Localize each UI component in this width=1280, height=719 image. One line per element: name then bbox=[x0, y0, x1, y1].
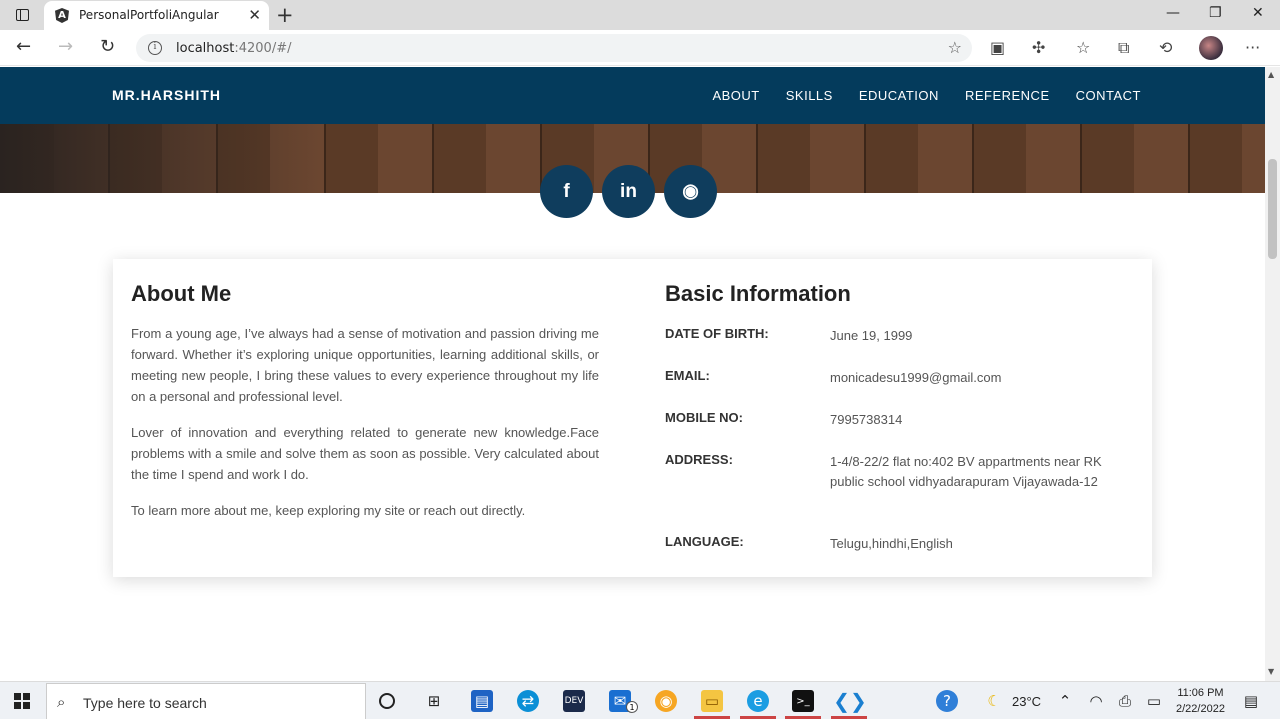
clock-time: 11:06 PM bbox=[1177, 687, 1224, 699]
about-text: From a young age, I’ve always had a sens… bbox=[131, 323, 599, 536]
chrome-canary-icon[interactable]: ◉ bbox=[655, 690, 677, 712]
site-navbar: MR.HARSHITH ABOUT SKILLS EDUCATION REFER… bbox=[0, 67, 1265, 124]
info-key: ADDRESS: bbox=[665, 452, 733, 467]
browser-tab-bar: A PersonalPortfoliAngular ✕ + — ❐ ✕ bbox=[0, 0, 1280, 30]
url-text[interactable]: localhost:4200/#/ bbox=[176, 41, 291, 56]
wifi-icon[interactable]: ◠ bbox=[1085, 690, 1107, 712]
system-clock[interactable]: 11:06 PM 2/22/2022 bbox=[1176, 685, 1225, 717]
scroll-down-icon[interactable]: ▼ bbox=[1268, 667, 1274, 676]
search-icon: ⌕ bbox=[57, 693, 66, 711]
angular-favicon-icon: A bbox=[55, 8, 69, 23]
facebook-icon[interactable]: f bbox=[540, 165, 593, 218]
scroll-thumb[interactable] bbox=[1268, 159, 1277, 259]
info-value: 7995738314 bbox=[830, 412, 903, 427]
new-tab-icon[interactable]: + bbox=[276, 3, 294, 27]
history-icon[interactable]: ⟲ bbox=[1159, 38, 1172, 57]
info-value: Telugu,hindhi,English bbox=[830, 536, 953, 551]
address-bar[interactable]: i localhost:4200/#/ ☆ bbox=[136, 34, 972, 62]
search-placeholder: Type here to search bbox=[83, 695, 207, 711]
minimize-icon[interactable]: — bbox=[1166, 5, 1180, 21]
nav-education[interactable]: EDUCATION bbox=[859, 88, 939, 103]
restore-icon[interactable]: ❐ bbox=[1209, 5, 1222, 21]
favorites-icon[interactable]: ☆ bbox=[1076, 38, 1090, 57]
nav-contact[interactable]: CONTACT bbox=[1076, 88, 1141, 103]
about-card: About Me From a young age, I’ve always h… bbox=[113, 259, 1152, 577]
browser-toolbar: ← → ↻ i localhost:4200/#/ ☆ ▣ ✣ ☆ ⧉ ⟲ ··… bbox=[0, 30, 1280, 66]
terminal-icon[interactable]: >_ bbox=[792, 690, 814, 712]
extension-icon[interactable]: ▣ bbox=[990, 38, 1005, 57]
profile-avatar[interactable] bbox=[1199, 36, 1223, 60]
info-value: 1-4/8-22/2 flat no:402 BV appartments ne… bbox=[830, 454, 1102, 489]
site-brand[interactable]: MR.HARSHITH bbox=[112, 87, 221, 103]
site-info-icon[interactable]: i bbox=[148, 41, 162, 55]
tab-actions-icon[interactable] bbox=[10, 6, 34, 24]
mail-badge: 1 bbox=[626, 701, 638, 713]
info-key: EMAIL: bbox=[665, 368, 710, 383]
add-favorite-icon[interactable]: ☆ bbox=[948, 38, 962, 57]
temperature[interactable]: 23°C bbox=[1012, 694, 1041, 709]
github-icon[interactable]: ◉ bbox=[664, 165, 717, 218]
scroll-up-icon[interactable]: ▲ bbox=[1268, 70, 1274, 79]
about-title: About Me bbox=[131, 281, 232, 306]
info-key: LANGUAGE: bbox=[665, 534, 744, 549]
weather-moon-icon[interactable]: ☾ bbox=[983, 690, 1005, 712]
taskbar-search[interactable]: ⌕ Type here to search bbox=[46, 683, 366, 719]
browser-tab[interactable]: A PersonalPortfoliAngular ✕ bbox=[44, 1, 269, 30]
store-icon[interactable]: ▤ bbox=[471, 690, 493, 712]
nav-links: ABOUT SKILLS EDUCATION REFERENCE CONTACT bbox=[712, 88, 1141, 103]
puzzle-icon[interactable]: ✣ bbox=[1032, 38, 1045, 57]
collections-icon[interactable]: ⧉ bbox=[1118, 38, 1129, 58]
windows-start-icon[interactable] bbox=[14, 693, 30, 709]
nav-skills[interactable]: SKILLS bbox=[786, 88, 833, 103]
page-scrollbar[interactable]: ▲ ▼ bbox=[1265, 67, 1280, 681]
forward-icon[interactable]: → bbox=[58, 36, 73, 57]
basic-info-title: Basic Information bbox=[665, 281, 851, 306]
teamviewer-icon[interactable]: ⇄ bbox=[517, 690, 539, 712]
clock-date: 2/22/2022 bbox=[1176, 703, 1225, 715]
help-icon[interactable]: ? bbox=[936, 690, 958, 712]
info-key: MOBILE NO: bbox=[665, 410, 743, 425]
cortana-icon[interactable] bbox=[379, 693, 395, 709]
tab-title: PersonalPortfoliAngular bbox=[79, 8, 219, 22]
meet-now-icon[interactable]: ⎙ bbox=[1114, 690, 1136, 712]
file-explorer-icon[interactable]: ▭ bbox=[701, 690, 723, 712]
dev-app-icon[interactable]: DEV bbox=[563, 690, 585, 712]
windows-taskbar: ⌕ Type here to search ⊞ ▤ ⇄ DEV ✉ 1 ◉ ▭ … bbox=[0, 681, 1280, 719]
nav-about[interactable]: ABOUT bbox=[712, 88, 759, 103]
tab-close-icon[interactable]: ✕ bbox=[248, 6, 261, 24]
back-icon[interactable]: ← bbox=[16, 36, 31, 57]
task-view-icon[interactable]: ⊞ bbox=[423, 690, 445, 712]
info-key: DATE OF BIRTH: bbox=[665, 326, 769, 341]
vscode-icon[interactable]: ❮❯ bbox=[833, 689, 867, 713]
about-paragraph: From a young age, I’ve always had a sens… bbox=[131, 326, 599, 404]
edge-icon[interactable]: e bbox=[747, 690, 769, 712]
refresh-icon[interactable]: ↻ bbox=[100, 36, 115, 57]
battery-icon[interactable]: ▭ bbox=[1143, 690, 1165, 712]
about-paragraph: Lover of innovation and everything relat… bbox=[131, 425, 599, 482]
info-value: June 19, 1999 bbox=[830, 328, 913, 343]
linkedin-icon[interactable]: in bbox=[602, 165, 655, 218]
about-paragraph: To learn more about me, keep exploring m… bbox=[131, 503, 526, 518]
page-viewport: MR.HARSHITH ABOUT SKILLS EDUCATION REFER… bbox=[0, 67, 1265, 681]
notifications-icon[interactable]: ▤ bbox=[1240, 690, 1262, 712]
window-close-icon[interactable]: ✕ bbox=[1252, 5, 1264, 21]
show-hidden-icons[interactable]: ⌃ bbox=[1054, 690, 1076, 712]
more-icon[interactable]: ··· bbox=[1245, 38, 1260, 57]
info-value: monicadesu1999@gmail.com bbox=[830, 370, 1002, 385]
nav-reference[interactable]: REFERENCE bbox=[965, 88, 1050, 103]
